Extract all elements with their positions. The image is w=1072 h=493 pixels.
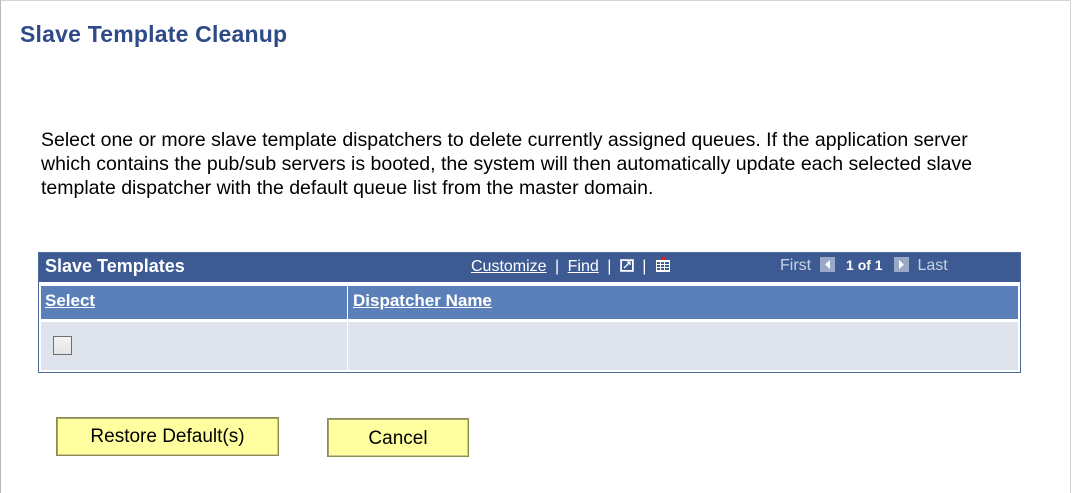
select-column-sort-link[interactable]: Select (45, 291, 95, 311)
instructions-text: Select one or more slave template dispat… (41, 129, 973, 199)
customize-link[interactable]: Customize (471, 258, 547, 275)
tools-separator: | (642, 258, 647, 275)
restore-defaults-button[interactable]: Restore Default(s) (56, 417, 279, 456)
slave-templates-grid: Slave Templates Customize | Find | | Fir… (38, 252, 1021, 373)
previous-arrow-icon[interactable] (819, 257, 835, 272)
column-header-select: Select (41, 286, 348, 319)
cancel-button[interactable]: Cancel (327, 418, 469, 457)
grid-title: Slave Templates (45, 256, 185, 276)
page-title: Slave Template Cleanup (20, 21, 288, 47)
grid-navigation: First 1 of 1 Last (780, 257, 948, 275)
download-to-excel-icon[interactable] (655, 257, 671, 273)
next-arrow-icon[interactable] (894, 257, 910, 272)
dispatcher-name-cell (349, 322, 1018, 370)
tools-separator: | (607, 258, 612, 275)
tools-separator: | (555, 258, 560, 275)
table-row (41, 322, 1018, 370)
select-cell (41, 322, 348, 370)
select-checkbox[interactable] (53, 336, 72, 355)
dispatcher-name-column-sort-link[interactable]: Dispatcher Name (353, 291, 492, 311)
grid-tools: Customize | Find | | (471, 257, 671, 276)
row-count: 1 of 1 (846, 257, 883, 273)
page-frame: Slave Template Cleanup Select one or mor… (0, 0, 1071, 493)
find-link[interactable]: Find (568, 258, 599, 275)
last-label[interactable]: Last (918, 257, 948, 274)
column-header-row: Select Dispatcher Name (41, 286, 1018, 319)
grid-header: Slave Templates Customize | Find | | Fir… (39, 253, 1020, 282)
first-label[interactable]: First (780, 257, 811, 274)
column-header-dispatcher-name: Dispatcher Name (349, 286, 1018, 319)
zoom-grid-icon[interactable] (619, 259, 634, 272)
